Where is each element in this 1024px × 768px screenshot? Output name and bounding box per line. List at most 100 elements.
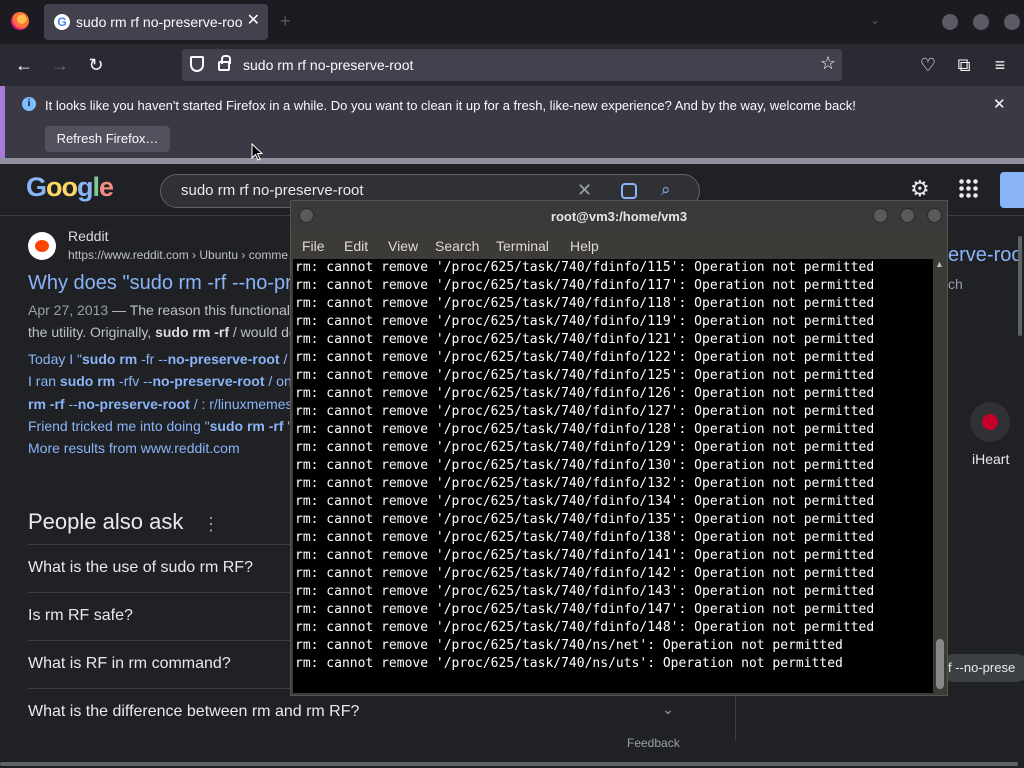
- terminal-window[interactable]: root@vm3:/home/vm3 File Edit View Search…: [290, 200, 948, 696]
- iheart-label[interactable]: iHeart: [972, 451, 1009, 467]
- list-all-tabs-icon[interactable]: ⌄: [870, 13, 880, 27]
- tab-google-search[interactable]: G sudo rm rf no-preserve-root ✕: [44, 4, 268, 40]
- horizontal-scrollbar[interactable]: [0, 762, 1018, 766]
- forward-arrow-icon[interactable]: →: [48, 53, 72, 77]
- maximize-window-button[interactable]: [973, 14, 989, 30]
- address-bar[interactable]: sudo rm rf no-preserve-root ☆: [182, 49, 842, 81]
- search-icon[interactable]: ⌕: [661, 180, 671, 200]
- sub-result-link-4[interactable]: Friend tricked me into doing "sudo rm -r…: [28, 418, 292, 434]
- vertical-scrollbar[interactable]: [1018, 236, 1022, 336]
- feedback-link[interactable]: Feedback: [627, 736, 680, 750]
- notification-message: It looks like you haven't started Firefo…: [45, 98, 856, 113]
- tab-close-icon[interactable]: ✕: [247, 12, 260, 30]
- google-favicon-icon: G: [54, 14, 70, 30]
- refresh-firefox-notification: i It looks like you haven't started Fire…: [0, 86, 1024, 158]
- sub-result-link-2[interactable]: I ran sudo rm -rfv --no-preserve-root / …: [28, 373, 292, 389]
- terminal-line: rm: cannot remove '/proc/625/task/740/ns…: [295, 656, 843, 671]
- terminal-output[interactable]: rm: cannot remove '/proc/625/task/740/fd…: [293, 259, 933, 693]
- refresh-firefox-button[interactable]: Refresh Firefox…: [45, 126, 170, 152]
- google-lens-icon[interactable]: [621, 183, 637, 199]
- terminal-line: rm: cannot remove '/proc/625/task/740/fd…: [295, 440, 875, 455]
- terminal-line: rm: cannot remove '/proc/625/task/740/fd…: [295, 620, 875, 635]
- terminal-titlebar[interactable]: root@vm3:/home/vm3: [291, 201, 947, 231]
- terminal-line: rm: cannot remove '/proc/625/task/740/fd…: [295, 494, 875, 509]
- navigation-toolbar: ← → ↻ sudo rm rf no-preserve-root ☆ ♡ ⧉ …: [0, 44, 1024, 86]
- screen: G sudo rm rf no-preserve-root ✕ + ⌄ ← → …: [0, 0, 1024, 768]
- terminal-close-button[interactable]: [927, 208, 942, 223]
- reddit-favicon-icon: [28, 232, 56, 260]
- terminal-line: rm: cannot remove '/proc/625/task/740/fd…: [295, 458, 875, 473]
- firefox-logo-icon[interactable]: [11, 12, 29, 30]
- terminal-maximize-button[interactable]: [900, 208, 915, 223]
- google-logo[interactable]: Google: [26, 172, 114, 203]
- search-query-text[interactable]: sudo rm rf no-preserve-root: [181, 182, 364, 199]
- terminal-line: rm: cannot remove '/proc/625/task/740/fd…: [295, 260, 875, 275]
- hamburger-menu-icon[interactable]: ≡: [988, 53, 1012, 77]
- menu-terminal[interactable]: Terminal: [496, 238, 549, 254]
- iheart-icon[interactable]: [970, 402, 1010, 442]
- terminal-line: rm: cannot remove '/proc/625/task/740/fd…: [295, 404, 875, 419]
- menu-help[interactable]: Help: [570, 238, 599, 254]
- reload-icon[interactable]: ↻: [84, 53, 108, 77]
- terminal-menubar: File Edit View Search Terminal Help: [291, 231, 947, 259]
- terminal-minimize-button[interactable]: [873, 208, 888, 223]
- terminal-line: rm: cannot remove '/proc/625/task/740/fd…: [295, 332, 875, 347]
- menu-search[interactable]: Search: [435, 238, 479, 254]
- terminal-line: rm: cannot remove '/proc/625/task/740/fd…: [295, 602, 875, 617]
- related-search-chip[interactable]: f --no-prese: [940, 654, 1024, 682]
- knowledge-panel-subtitle: ch: [948, 276, 963, 292]
- terminal-line: rm: cannot remove '/proc/625/task/740/fd…: [295, 278, 875, 293]
- more-options-icon[interactable]: ⋮: [202, 514, 220, 535]
- pocket-icon[interactable]: ♡: [916, 53, 940, 77]
- result-snippet-line-1: Apr 27, 2013 — The reason this functiona…: [28, 302, 291, 318]
- terminal-line: rm: cannot remove '/proc/625/task/740/fd…: [295, 296, 875, 311]
- google-apps-grid-icon[interactable]: [958, 178, 978, 198]
- bookmark-star-icon[interactable]: ☆: [820, 53, 836, 74]
- address-bar-text[interactable]: sudo rm rf no-preserve-root: [243, 57, 413, 73]
- new-tab-icon[interactable]: +: [280, 12, 291, 30]
- tracking-protection-shield-icon[interactable]: [190, 56, 204, 72]
- info-icon: i: [22, 97, 36, 111]
- clear-search-icon[interactable]: ✕: [577, 180, 592, 201]
- terminal-line: rm: cannot remove '/proc/625/task/740/fd…: [295, 422, 875, 437]
- minimize-window-button[interactable]: [942, 14, 958, 30]
- tab-title: sudo rm rf no-preserve-root: [76, 14, 242, 30]
- result-title-link[interactable]: Why does "sudo rm -rf --no-pr: [28, 272, 292, 295]
- more-results-link[interactable]: More results from www.reddit.com: [28, 440, 240, 456]
- chevron-down-icon: ⌄: [662, 701, 674, 717]
- terminal-line: rm: cannot remove '/proc/625/task/740/fd…: [295, 350, 875, 365]
- menu-view[interactable]: View: [388, 238, 418, 254]
- tab-bar: G sudo rm rf no-preserve-root ✕ + ⌄: [0, 0, 1024, 44]
- result-snippet-line-2: the utility. Originally, sudo rm -rf / w…: [28, 324, 297, 340]
- close-window-button[interactable]: [1004, 14, 1020, 30]
- sign-in-button[interactable]: [1000, 172, 1024, 208]
- sub-result-link-1[interactable]: Today I "sudo rm -fr --no-preserve-root …: [28, 351, 287, 367]
- terminal-scroll-thumb[interactable]: [936, 639, 944, 689]
- knowledge-panel-title[interactable]: erve-roo: [948, 244, 1022, 267]
- terminal-line: rm: cannot remove '/proc/625/task/740/fd…: [295, 584, 875, 599]
- terminal-line: rm: cannot remove '/proc/625/task/740/fd…: [295, 548, 875, 563]
- lock-icon[interactable]: [218, 55, 231, 71]
- terminal-scrollbar[interactable]: ▲: [933, 259, 947, 693]
- result-url-breadcrumb[interactable]: https://www.reddit.com › Ubuntu › comme…: [68, 248, 300, 262]
- scroll-up-arrow-icon[interactable]: ▲: [935, 259, 944, 269]
- terminal-line: rm: cannot remove '/proc/625/task/740/fd…: [295, 368, 875, 383]
- back-arrow-icon[interactable]: ←: [12, 53, 36, 77]
- terminal-line: rm: cannot remove '/proc/625/task/740/fd…: [295, 386, 875, 401]
- settings-gear-icon[interactable]: ⚙: [910, 176, 930, 202]
- menu-file[interactable]: File: [302, 238, 325, 254]
- result-site-name[interactable]: Reddit: [68, 228, 108, 244]
- terminal-line: rm: cannot remove '/proc/625/task/740/fd…: [295, 512, 875, 527]
- extensions-puzzle-icon[interactable]: ⧉: [952, 53, 976, 77]
- terminal-line: rm: cannot remove '/proc/625/task/740/fd…: [295, 314, 875, 329]
- terminal-title: root@vm3:/home/vm3: [550, 209, 688, 224]
- terminal-line: rm: cannot remove '/proc/625/task/740/ns…: [295, 638, 843, 653]
- sub-result-link-3[interactable]: rm -rf --no-preserve-root / : r/linuxmem…: [28, 396, 293, 412]
- people-also-ask-heading: People also ask: [28, 509, 184, 534]
- terminal-line: rm: cannot remove '/proc/625/task/740/fd…: [295, 476, 875, 491]
- mouse-pointer-icon: [251, 143, 263, 161]
- terminal-line: rm: cannot remove '/proc/625/task/740/fd…: [295, 530, 875, 545]
- menu-edit[interactable]: Edit: [344, 238, 368, 254]
- terminal-line: rm: cannot remove '/proc/625/task/740/fd…: [295, 566, 875, 581]
- close-notification-icon[interactable]: ✕: [993, 95, 1006, 113]
